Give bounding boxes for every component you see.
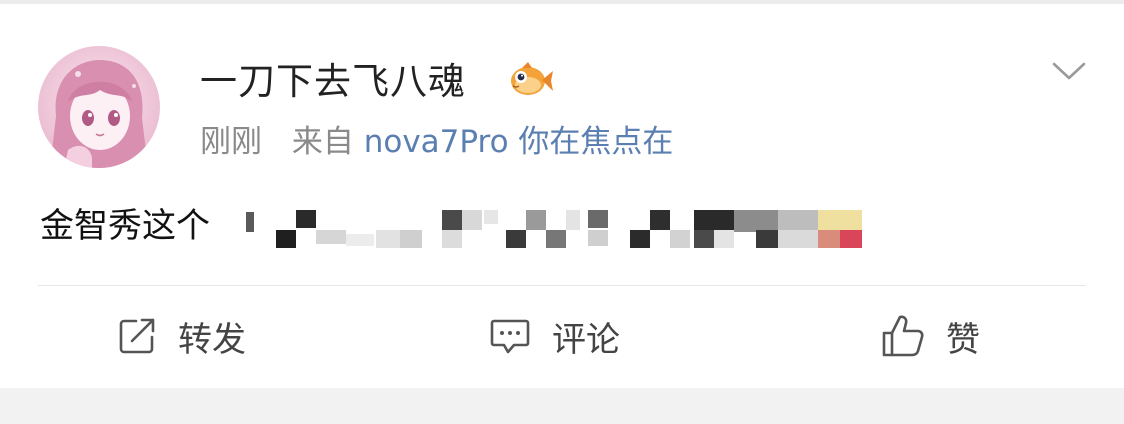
feed-gap bbox=[0, 388, 1124, 424]
top-separator bbox=[0, 0, 1124, 4]
chevron-down-icon[interactable] bbox=[1050, 58, 1088, 86]
repost-label: 转发 bbox=[178, 319, 246, 360]
comment-button[interactable]: 评论 bbox=[488, 306, 620, 366]
source-prefix: 来自 bbox=[291, 124, 354, 160]
share-icon bbox=[116, 315, 158, 357]
divider bbox=[38, 285, 1086, 286]
thumbs-up-icon bbox=[880, 313, 926, 359]
like-button[interactable]: 赞 bbox=[880, 306, 980, 366]
like-label: 赞 bbox=[946, 319, 980, 360]
avatar[interactable] bbox=[38, 46, 160, 168]
redaction-mosaic bbox=[246, 200, 866, 254]
comment-icon bbox=[488, 315, 532, 357]
device-link[interactable]: nova7Pro 你在焦点在 bbox=[364, 124, 674, 160]
post-meta: 刚刚 来自 nova7Pro 你在焦点在 bbox=[200, 120, 673, 164]
comment-label: 评论 bbox=[552, 319, 620, 360]
repost-button[interactable]: 转发 bbox=[116, 306, 246, 366]
fish-badge-icon[interactable] bbox=[508, 60, 554, 100]
username[interactable]: 一刀下去飞八魂 bbox=[200, 54, 466, 110]
post-time: 刚刚 bbox=[200, 124, 262, 160]
post-card: 一刀下去飞八魂 刚刚 来自 nova7Pro 你在焦点在 金智秀这个 转发 评论… bbox=[0, 0, 1124, 388]
post-text: 金智秀这个 bbox=[40, 206, 210, 246]
